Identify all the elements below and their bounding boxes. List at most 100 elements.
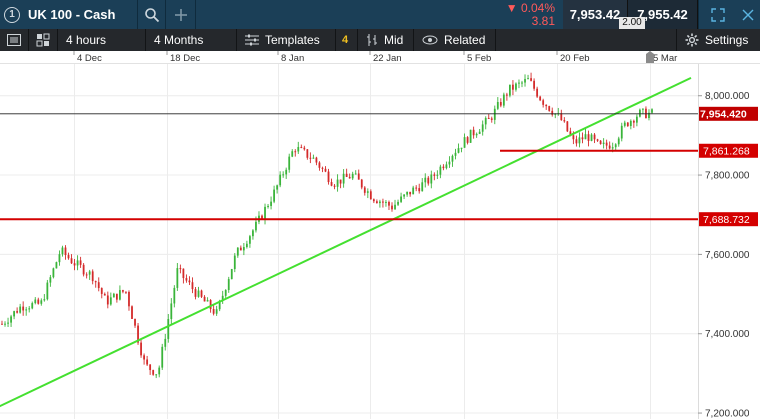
candle-body <box>31 303 34 309</box>
candle-body <box>496 102 499 109</box>
candle-body <box>188 280 191 283</box>
spread-badge: 2.00 <box>619 17 645 29</box>
eye-icon <box>422 35 438 45</box>
candle-body <box>273 189 275 202</box>
price-chart[interactable]: 4 Dec 18 Dec 8 Jan 22 Jan 5 Feb 20 Feb 5 Mar 8… <box>0 51 760 419</box>
candle-body <box>161 346 164 368</box>
candle-body <box>599 140 602 145</box>
candle-body <box>542 100 545 105</box>
candle-body <box>233 255 236 270</box>
x-tick-label: 22 Jan <box>373 53 402 64</box>
templates-button[interactable]: Templates <box>237 29 336 51</box>
candle-body <box>203 296 206 302</box>
candle-body <box>103 293 106 296</box>
candle-body <box>173 287 176 304</box>
candle-body <box>19 306 22 313</box>
candle-body <box>318 162 321 168</box>
add-tab-icon[interactable] <box>166 0 196 29</box>
candle-body <box>451 155 454 162</box>
menu-icon[interactable] <box>0 29 29 51</box>
candle-body <box>152 370 155 375</box>
candle-body <box>191 282 194 290</box>
range-selector[interactable]: 4 Months <box>146 29 237 51</box>
candle-body <box>109 297 112 305</box>
gear-icon <box>685 33 699 47</box>
candle-body <box>590 134 593 141</box>
candle-body <box>354 173 357 175</box>
candle-body <box>22 306 25 311</box>
candle-body <box>418 188 421 192</box>
search-icon[interactable] <box>138 0 166 29</box>
candle-body <box>388 201 390 206</box>
candle-body <box>16 311 19 313</box>
close-window-icon[interactable] <box>736 0 760 29</box>
level-label: 7,861.268 <box>703 146 750 158</box>
candle-body <box>13 311 15 317</box>
layout-grid-icon[interactable] <box>29 29 58 51</box>
candle-body <box>37 299 40 304</box>
price-change: ▼ 0.04% 3.81 <box>483 0 563 29</box>
candle-body <box>385 201 387 203</box>
candle-body <box>119 290 121 300</box>
candle-body <box>566 121 569 132</box>
candle-body <box>472 129 475 136</box>
candle-body <box>466 137 469 143</box>
candle-body <box>230 269 233 280</box>
candle-body <box>502 94 505 106</box>
related-button[interactable]: Related <box>414 29 496 51</box>
candle-body <box>215 309 218 314</box>
candle-body <box>94 281 97 283</box>
candle-body <box>602 142 605 145</box>
candle-body <box>366 191 369 193</box>
candle-body <box>484 117 487 125</box>
candle-body <box>255 221 257 231</box>
candle-body <box>285 169 288 175</box>
x-axis: 4 Dec 18 Dec 8 Jan 22 Jan 5 Feb 20 Feb 5 Mar <box>0 51 760 64</box>
candle-body <box>363 187 366 193</box>
candle-body <box>345 173 348 177</box>
candle-body <box>424 177 427 183</box>
candle-body <box>1 323 3 325</box>
candle-body <box>463 137 466 148</box>
candle-body <box>436 174 439 176</box>
candle-body <box>279 174 282 186</box>
candle-body <box>412 187 415 195</box>
candle-body <box>360 179 363 188</box>
candle-body <box>25 309 28 311</box>
candle-body <box>587 134 590 141</box>
candle-series <box>1 72 653 379</box>
candle-body <box>375 201 378 204</box>
candle-body <box>131 306 133 319</box>
candle-body <box>49 277 52 283</box>
candle-body <box>475 133 478 136</box>
expand-window-icon[interactable] <box>698 0 736 29</box>
candle-body <box>620 125 623 139</box>
candle-body <box>46 282 49 300</box>
candle-body <box>545 104 548 107</box>
price-type-selector[interactable]: Mid <box>358 29 414 51</box>
candle-body <box>88 271 91 275</box>
candle-body <box>645 108 647 119</box>
candle-body <box>403 194 405 197</box>
candle-body <box>487 117 490 119</box>
candle-body <box>52 268 55 278</box>
candle-body <box>134 318 136 326</box>
interval-selector[interactable]: 4 hours <box>58 29 146 51</box>
candle-body <box>270 201 272 206</box>
candle-body <box>379 201 381 204</box>
instrument-number-badge: 1 <box>4 6 20 23</box>
candle-body <box>294 151 297 153</box>
instrument-selector[interactable]: 1 UK 100 - Cash <box>0 0 138 29</box>
candle-body <box>614 144 617 148</box>
candle-body <box>563 120 566 122</box>
candle-body <box>357 173 360 180</box>
candle-body <box>91 271 94 282</box>
candle-body <box>303 147 306 150</box>
settings-button[interactable]: Settings <box>676 29 760 51</box>
candle-body <box>239 247 242 251</box>
candle-body <box>179 268 182 270</box>
candle-body <box>533 80 535 89</box>
candle-body <box>499 102 502 106</box>
y-tick-label: 7,800.000 <box>705 171 750 182</box>
